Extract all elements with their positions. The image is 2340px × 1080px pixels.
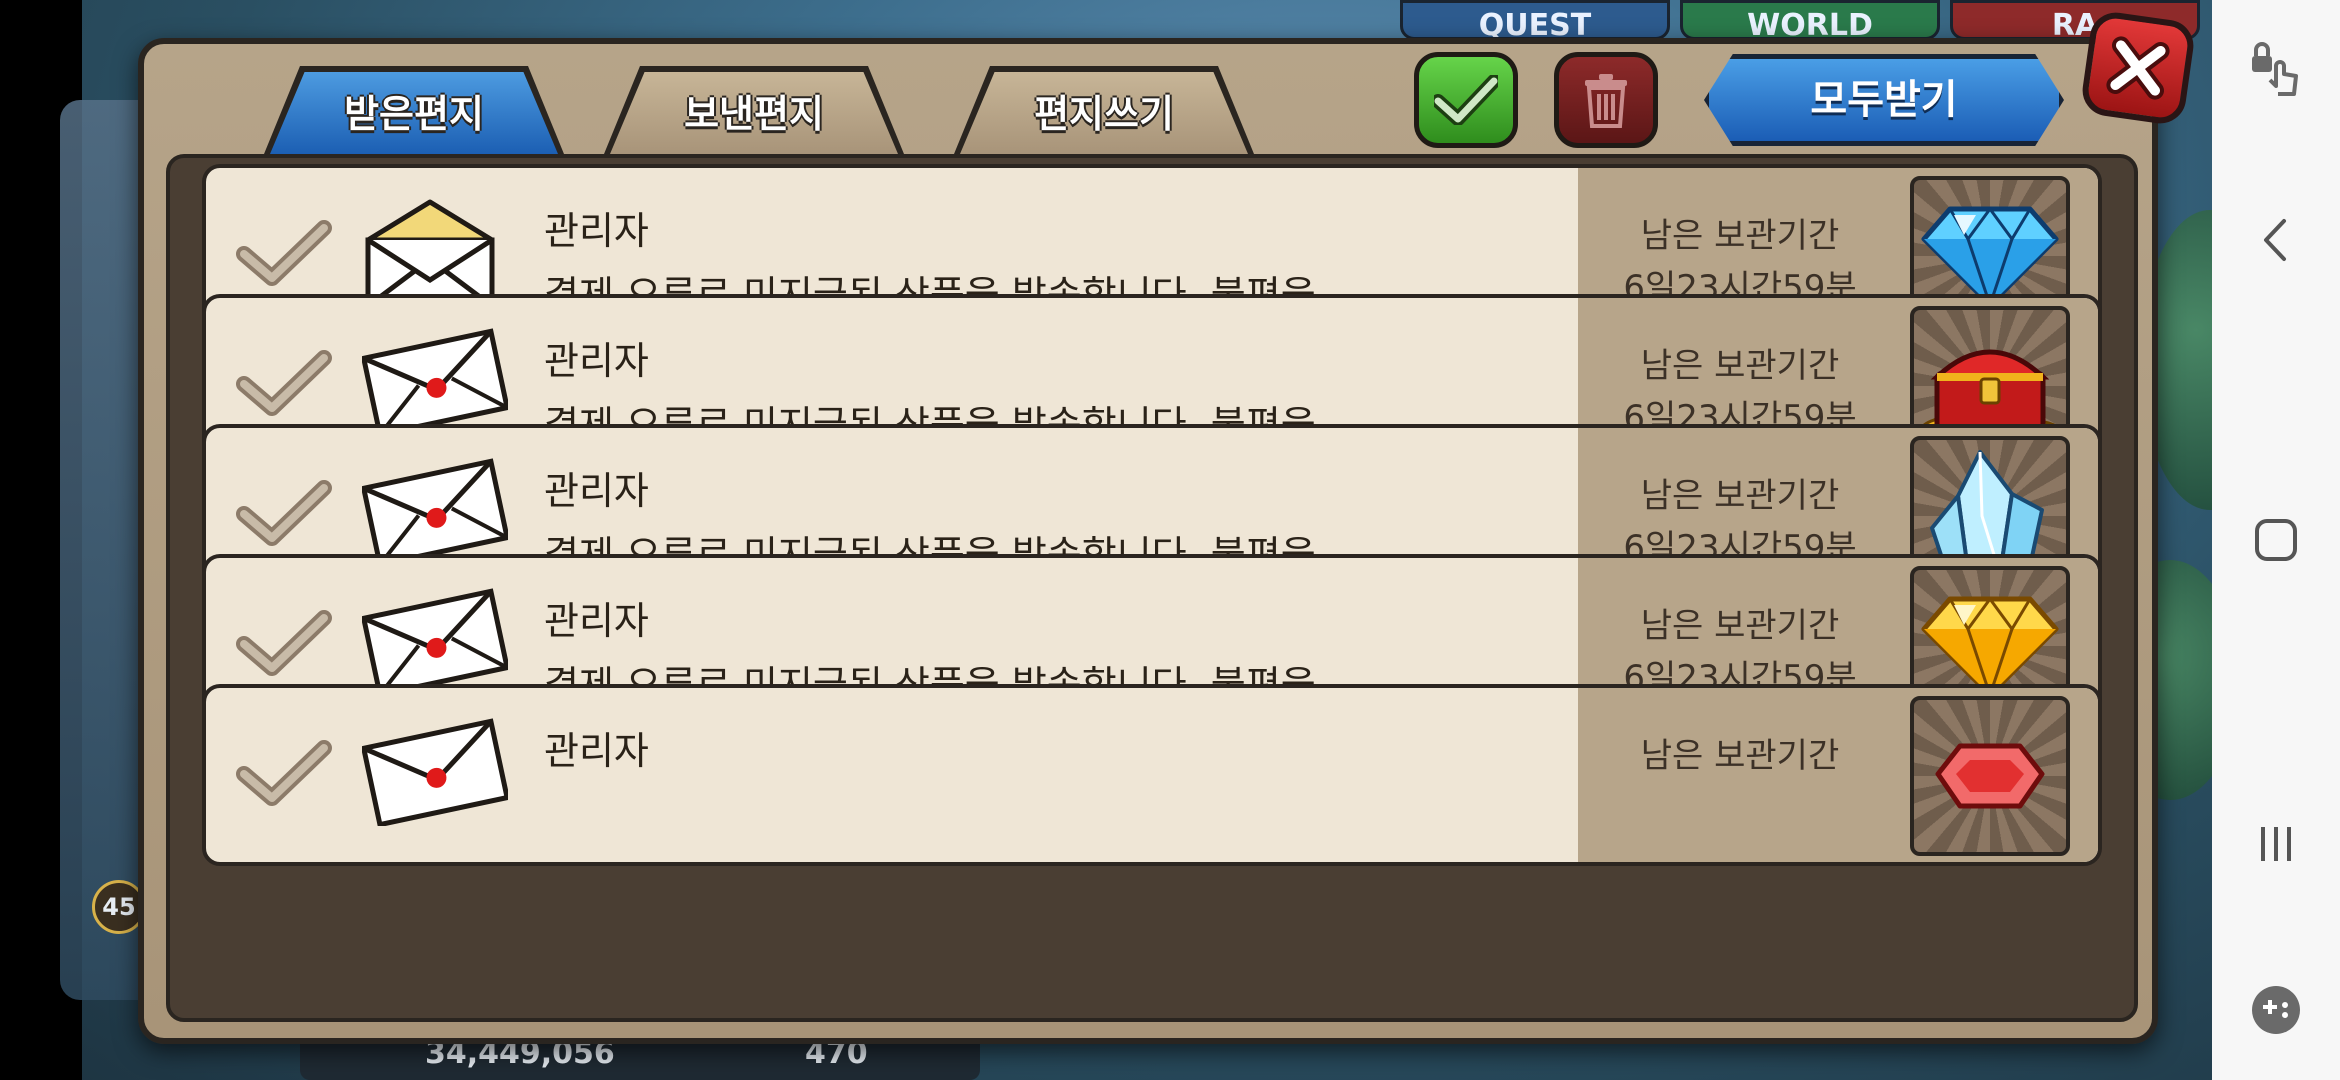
mail-select-checkbox[interactable]: [236, 608, 332, 682]
mail-list[interactable]: 관리자 결제 오류로 미지급된 상품을 발송합니다. 불편을 ... 남은 보관…: [166, 154, 2138, 1022]
touch-lock-icon: [2252, 42, 2298, 96]
mail-sender: 관리자: [544, 729, 649, 773]
mail-select-checkbox[interactable]: [236, 218, 332, 292]
receive-all-button[interactable]: 모두받기: [1704, 54, 2064, 146]
check-icon: [236, 480, 332, 546]
tab-sent-mail[interactable]: 보낸편지: [604, 66, 904, 154]
reward-item-slot[interactable]: [1910, 696, 2070, 856]
mail-select-checkbox[interactable]: [236, 738, 332, 812]
checkmark-icon: [1434, 75, 1498, 125]
select-all-button[interactable]: [1414, 52, 1518, 148]
home-button[interactable]: [2236, 500, 2316, 580]
background-tab-world: WORLD: [1680, 0, 1940, 40]
mail-select-checkbox[interactable]: [236, 478, 332, 552]
remaining-period-label: 남은 보관기간: [1640, 216, 1840, 256]
sealed-envelope-icon: [360, 456, 511, 570]
check-icon: [236, 740, 332, 806]
mail-select-checkbox[interactable]: [236, 348, 332, 422]
background-tab-quest: QUEST: [1400, 0, 1670, 40]
mail-sender: 관리자: [544, 339, 649, 383]
mail-row[interactable]: 관리자 남은 보관기간: [202, 684, 2102, 866]
back-button[interactable]: [2236, 200, 2316, 280]
check-icon: [236, 610, 332, 676]
delete-button[interactable]: [1554, 52, 1658, 148]
remaining-period-label: 남은 보관기간: [1640, 346, 1840, 386]
touch-lock-button[interactable]: [2236, 30, 2316, 110]
tab-received-mail[interactable]: 받은편지: [264, 66, 564, 154]
close-button[interactable]: [2079, 9, 2197, 127]
mail-sender: 관리자: [544, 469, 649, 513]
red-gem-icon: [1935, 743, 2045, 809]
mailbox-dialog: 받은편지 보낸편지 편지쓰기 모두받기 관리자 남은 보관기간 6일23시간59…: [138, 9, 2197, 1044]
home-icon: [2255, 519, 2297, 561]
close-icon: [2106, 36, 2170, 100]
sealed-envelope-icon: [360, 586, 511, 700]
tab-write-mail[interactable]: 편지쓰기: [954, 66, 1254, 154]
sealed-envelope-icon: [360, 716, 511, 830]
remaining-period-label: 남은 보관기간: [1640, 606, 1840, 646]
check-icon: [236, 350, 332, 416]
trash-icon: [1585, 74, 1627, 128]
system-navigation-bar: [2212, 0, 2340, 1080]
mail-sender: 관리자: [544, 599, 649, 643]
back-icon: [2264, 219, 2286, 261]
remaining-period-label: 남은 보관기간: [1640, 476, 1840, 516]
check-icon: [236, 220, 332, 286]
remaining-period-label: 남은 보관기간: [1640, 736, 1840, 776]
game-tools-button[interactable]: [2236, 970, 2316, 1050]
mail-sender: 관리자: [544, 209, 649, 253]
recents-button[interactable]: [2236, 804, 2316, 884]
recents-icon: [2261, 827, 2291, 861]
sealed-envelope-icon: [360, 326, 511, 440]
game-tools-icon: [2252, 986, 2300, 1034]
